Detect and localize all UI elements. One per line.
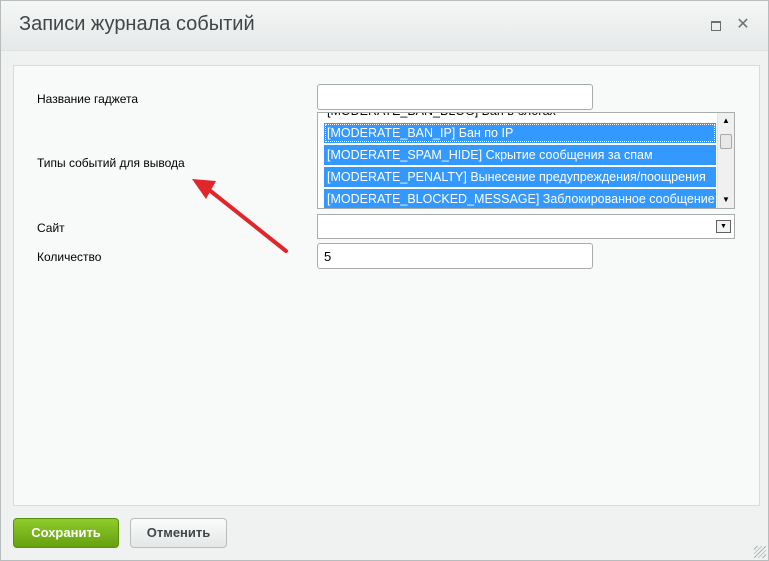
save-button[interactable]: Сохранить [13,518,119,548]
gadget-name-input[interactable] [317,84,593,110]
event-types-label: Типы событий для вывода [37,156,185,170]
cancel-button[interactable]: Отменить [130,518,227,548]
listbox-scrollbar[interactable]: ▲ ▼ [717,113,734,208]
site-label: Сайт [37,221,65,235]
close-icon[interactable]: ✕ [736,17,750,33]
dialog-titlebar[interactable]: Записи журнала событий ✕ [1,1,768,51]
chevron-down-icon[interactable]: ▼ [716,220,731,233]
quantity-label: Количество [37,250,102,264]
scroll-down-icon[interactable]: ▼ [718,192,734,208]
quantity-input[interactable] [317,243,593,269]
resize-handle-icon[interactable] [754,546,766,558]
annotation-arrow-icon [192,179,288,253]
list-item[interactable]: [MODERATE_BLOCKED_MESSAGE] Заблокированн… [324,189,716,208]
scroll-thumb[interactable] [720,134,732,149]
list-item[interactable]: [MODERATE_PENALTY] Вынесение предупрежде… [324,167,716,187]
dialog-title: Записи журнала событий [19,13,255,35]
dialog-window: Записи журнала событий ✕ Название гаджет… [0,0,769,561]
scroll-up-icon[interactable]: ▲ [718,113,734,129]
list-item[interactable]: [MODERATE_BAN_BLOG] Бан в блогах [324,113,716,121]
maximize-icon[interactable] [709,18,723,32]
gadget-name-label: Название гаджета [37,92,139,106]
site-select[interactable]: ▼ [317,214,735,239]
event-types-listbox[interactable]: [MODERATE_BAN_BLOG] Бан в блогах [MODERA… [317,112,735,209]
list-item[interactable]: [MODERATE_BAN_IP] Бан по IP [324,123,716,143]
list-item[interactable]: [MODERATE_SPAM_HIDE] Скрытие сообщения з… [324,145,716,165]
